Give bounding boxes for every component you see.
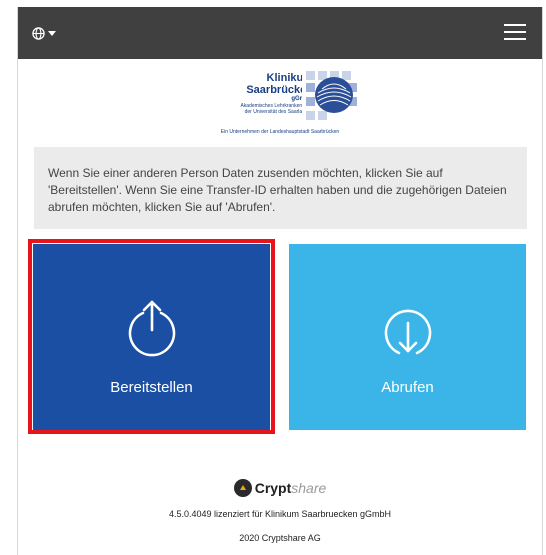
hospital-logo: Klinikum Saarbrücken gGmbH Akademisches … — [18, 59, 542, 141]
download-button[interactable]: Abrufen — [289, 244, 526, 430]
instructions-box: Wenn Sie einer anderen Person Daten zuse… — [34, 147, 527, 229]
menu-button[interactable] — [504, 23, 526, 41]
cryptshare-logo: Crypt share — [18, 479, 542, 497]
globe-icon — [32, 26, 45, 40]
app-frame: Klinikum Saarbrücken gGmbH Akademisches … — [17, 7, 543, 555]
language-selector[interactable] — [32, 23, 66, 43]
brand-light: share — [291, 480, 327, 496]
instructions-text: Wenn Sie einer anderen Person Daten zuse… — [48, 166, 507, 214]
upload-button[interactable]: Bereitstellen — [33, 244, 270, 430]
logo-name-line1: Klinikum — [266, 72, 313, 84]
upload-icon — [128, 300, 175, 357]
hospital-emblem-icon — [302, 69, 362, 123]
chevron-down-icon — [48, 30, 56, 36]
download-icon — [384, 309, 431, 355]
logo-name-line2: Saarbrücken — [246, 84, 313, 96]
cryptshare-icon — [233, 479, 252, 497]
copyright-text: 2020 Cryptshare AG — [239, 533, 321, 543]
logo-tagline: Ein Unternehmen der Landeshauptstadt Saa… — [220, 129, 340, 135]
logo-text: Klinikum Saarbrücken gGmbH Akademisches … — [201, 72, 313, 115]
license-text: 4.5.0.4049 lizenziert für Klinikum Saarb… — [168, 509, 392, 519]
hamburger-menu-icon — [504, 24, 526, 26]
upload-label: Bereitstellen — [110, 379, 193, 396]
top-bar — [18, 7, 542, 59]
download-label: Abrufen — [381, 379, 434, 396]
logo-name-line3: gGmbH — [201, 96, 313, 103]
brand-strong: Crypt — [254, 480, 292, 496]
logo-sub-line2: der Universität des Saarlandes — [244, 109, 313, 115]
